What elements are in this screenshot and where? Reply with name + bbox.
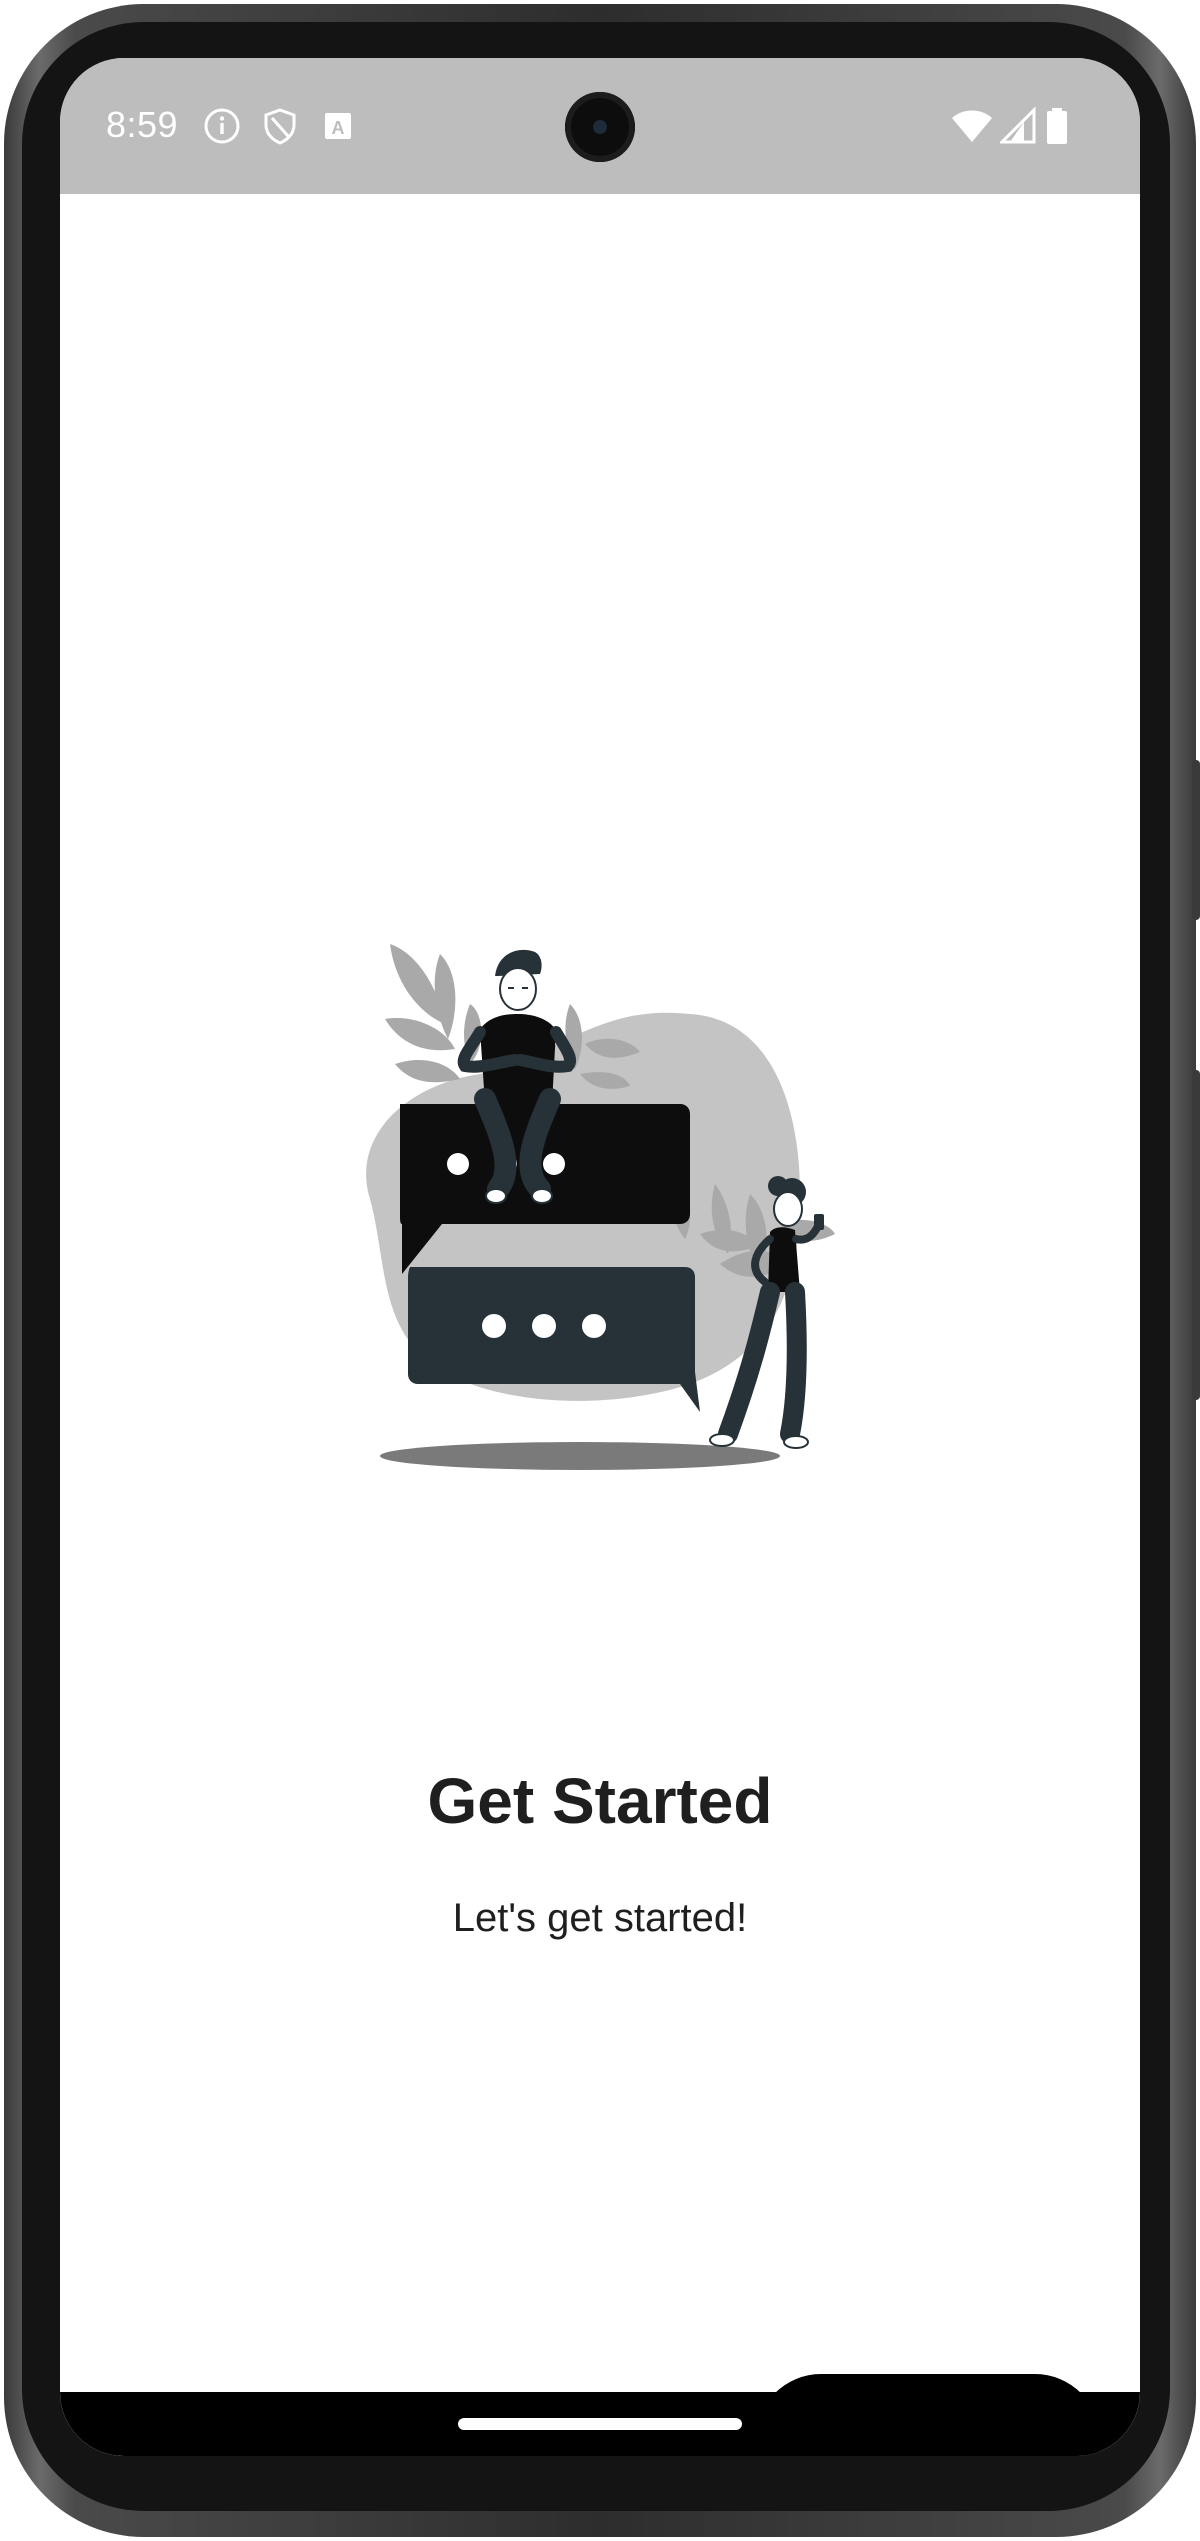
signal-icon <box>1000 106 1036 144</box>
svg-text:A: A <box>332 118 345 138</box>
chat-people-illustration <box>366 944 835 1470</box>
battery-icon <box>1047 108 1067 144</box>
volume-button <box>1192 1070 1200 1400</box>
font-a-icon: A <box>325 113 351 139</box>
onboarding-page: Get Started Let's get started! Get start… <box>60 194 1140 2456</box>
wifi-icon <box>952 110 992 142</box>
screen: 8:59 A Get Started Let's get started! <box>60 58 1140 2456</box>
power-button <box>1192 760 1200 920</box>
status-time: 8:59 <box>106 104 179 145</box>
shield-icon <box>264 108 296 145</box>
page-title: Get Started <box>427 1765 773 1837</box>
front-camera <box>565 92 635 162</box>
device-frame: 8:59 A Get Started Let's get started! <box>0 0 1200 2541</box>
status-bar: 8:59 A <box>60 58 1140 194</box>
info-icon <box>204 108 240 144</box>
home-gesture-handle[interactable] <box>458 2418 742 2430</box>
page-subtitle: Let's get started! <box>452 1896 748 1940</box>
